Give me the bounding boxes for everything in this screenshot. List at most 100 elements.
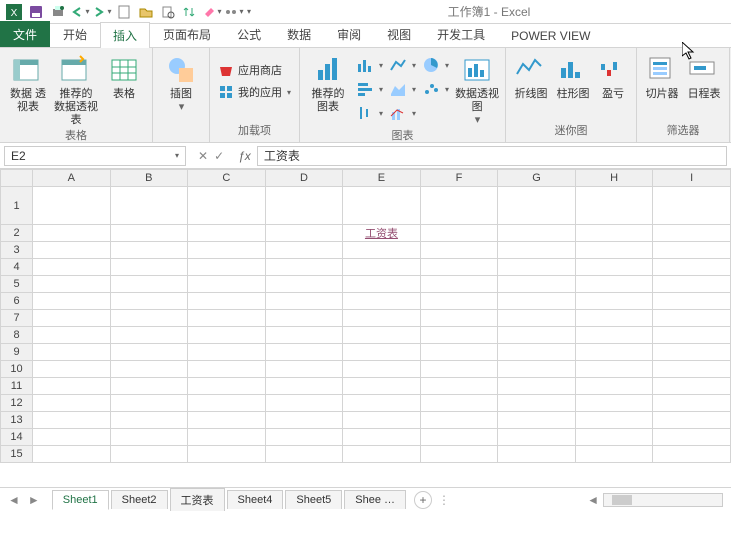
select-all[interactable] [1, 170, 33, 187]
new-icon[interactable] [114, 2, 134, 22]
sparkline-line-button[interactable]: 折线图 [512, 50, 550, 101]
row-header[interactable]: 9 [1, 344, 33, 361]
group-addins: 应用商店 我的应用▾ 加载项 [210, 48, 300, 142]
worksheet-grid[interactable]: A B C D E F G H I 1 2 工资表 3 4 5 6 7 8 9 1… [0, 169, 731, 487]
sheet-nav-prev[interactable]: ◄ [8, 493, 20, 507]
bar-chart-button[interactable]: ▾ [354, 78, 385, 100]
timeline-button[interactable]: 日程表 [685, 50, 723, 101]
row-header[interactable]: 3 [1, 242, 33, 259]
stock-chart-button[interactable]: ▾ [354, 102, 385, 124]
myapps-button[interactable]: 我的应用▾ [216, 82, 293, 102]
tab-view[interactable]: 视图 [374, 21, 424, 47]
tab-powerview[interactable]: POWER VIEW [498, 24, 603, 47]
touch-icon[interactable]: ▾ [224, 2, 244, 22]
row-header[interactable]: 8 [1, 327, 33, 344]
column-chart-button[interactable]: ▾ [354, 54, 385, 76]
group-charts-label: 图表 [306, 127, 499, 145]
formula-bar: E2▾ ✕ ✓ ƒx 工资表 [0, 143, 731, 169]
tab-review[interactable]: 审阅 [324, 21, 374, 47]
row-header[interactable]: 14 [1, 429, 33, 446]
col-header[interactable]: C [188, 170, 266, 187]
cancel-formula-button[interactable]: ✕ [198, 149, 208, 163]
excel-icon: X [4, 2, 24, 22]
name-box[interactable]: E2▾ [4, 146, 186, 166]
row-header[interactable]: 10 [1, 361, 33, 378]
col-header[interactable]: I [653, 170, 731, 187]
sheet-tab[interactable]: Sheet5 [285, 490, 342, 509]
tab-layout[interactable]: 页面布局 [150, 21, 224, 47]
illustrations-button[interactable]: 插图▾ [159, 50, 203, 114]
row-header[interactable]: 11 [1, 378, 33, 395]
row-header[interactable]: 2 [1, 225, 33, 242]
col-header[interactable]: D [265, 170, 343, 187]
undo-icon[interactable]: ▾ [70, 2, 90, 22]
row-header[interactable]: 6 [1, 293, 33, 310]
row-header[interactable]: 4 [1, 259, 33, 276]
group-sparklines-label: 迷你图 [512, 122, 630, 140]
store-button[interactable]: 应用商店 [216, 60, 293, 80]
erase-icon[interactable]: ▾ [202, 2, 222, 22]
line-chart-button[interactable]: ▾ [387, 54, 418, 76]
col-header[interactable]: F [420, 170, 498, 187]
tab-formula[interactable]: 公式 [224, 21, 274, 47]
sheet-tab-bar: ◄ ► Sheet1 Sheet2 工资表 Sheet4 Sheet5 Shee… [0, 487, 731, 511]
area-chart-button[interactable]: ▾ [387, 78, 418, 100]
pivotchart-button[interactable]: 数据透视图▾ [455, 50, 499, 127]
group-filters: 切片器 日程表 筛选器 [637, 48, 730, 142]
row-header[interactable]: 5 [1, 276, 33, 293]
sort-icon[interactable] [180, 2, 200, 22]
tab-dev[interactable]: 开发工具 [424, 21, 498, 47]
preview-icon[interactable] [158, 2, 178, 22]
recommended-pivot-button[interactable]: 推荐的 数据透视表 [54, 50, 98, 127]
row-header[interactable]: 13 [1, 412, 33, 429]
pivottable-button[interactable]: 数据 透视表 [6, 50, 50, 114]
slicer-button[interactable]: 切片器 [643, 50, 681, 101]
enter-formula-button[interactable]: ✓ [214, 149, 224, 163]
sheet-tab[interactable]: Sheet1 [52, 490, 109, 510]
pie-chart-button[interactable]: ▾ [420, 54, 451, 76]
group-filters-label: 筛选器 [643, 122, 723, 140]
col-header[interactable]: E [343, 170, 421, 187]
sheet-nav-next[interactable]: ► [28, 493, 40, 507]
quickprint-icon[interactable] [48, 2, 68, 22]
formula-input[interactable]: 工资表 [257, 146, 727, 166]
group-sparklines: 折线图 柱形图 盈亏 迷你图 [506, 48, 637, 142]
window-title: 工作簿1 - Excel [251, 3, 727, 20]
group-tables: 数据 透视表 推荐的 数据透视表 表格 表格 [0, 48, 153, 142]
fx-icon[interactable]: ƒx [232, 149, 257, 163]
row-header[interactable]: 12 [1, 395, 33, 412]
sparkline-winloss-button[interactable]: 盈亏 [596, 50, 630, 101]
row-header[interactable]: 1 [1, 187, 33, 225]
row-header[interactable]: 7 [1, 310, 33, 327]
sheet-tab[interactable]: Sheet4 [227, 490, 284, 509]
tab-home[interactable]: 开始 [50, 21, 100, 47]
recommended-charts-button[interactable]: 推荐的 图表 [306, 50, 350, 114]
col-header[interactable]: B [110, 170, 188, 187]
horizontal-scrollbar[interactable] [603, 493, 723, 507]
group-charts: 推荐的 图表 ▾ ▾ ▾ ▾ ▾ ▾ ▾ ▾ 数据透视图▾ 图表 [300, 48, 506, 142]
sheet-tab[interactable]: Shee … [344, 490, 406, 509]
add-sheet-button[interactable]: + [414, 491, 432, 509]
ribbon: 数据 透视表 推荐的 数据透视表 表格 表格 插图▾ 应用商店 我的应用▾ 加载… [0, 48, 731, 143]
group-illustrations: 插图▾ [153, 48, 210, 142]
scroll-left[interactable]: ◄ [583, 493, 603, 507]
redo-icon[interactable]: ▾ [92, 2, 112, 22]
cell-E2[interactable]: 工资表 [343, 225, 421, 242]
sheet-tab[interactable]: 工资表 [170, 488, 225, 511]
row-header[interactable]: 15 [1, 446, 33, 463]
tab-insert[interactable]: 插入 [100, 22, 150, 48]
col-header[interactable]: G [498, 170, 576, 187]
table-button[interactable]: 表格 [102, 50, 146, 101]
sparkline-column-button[interactable]: 柱形图 [554, 50, 592, 101]
tab-file[interactable]: 文件 [0, 21, 50, 47]
save-icon[interactable] [26, 2, 46, 22]
col-header[interactable]: H [575, 170, 653, 187]
tab-data[interactable]: 数据 [274, 21, 324, 47]
sheet-tab[interactable]: Sheet2 [111, 490, 168, 509]
group-addins-label: 加载项 [216, 122, 293, 140]
open-icon[interactable] [136, 2, 156, 22]
svg-text:X: X [11, 8, 18, 19]
combo-chart-button[interactable]: ▾ [387, 102, 418, 124]
col-header[interactable]: A [33, 170, 111, 187]
scatter-chart-button[interactable]: ▾ [420, 78, 451, 100]
